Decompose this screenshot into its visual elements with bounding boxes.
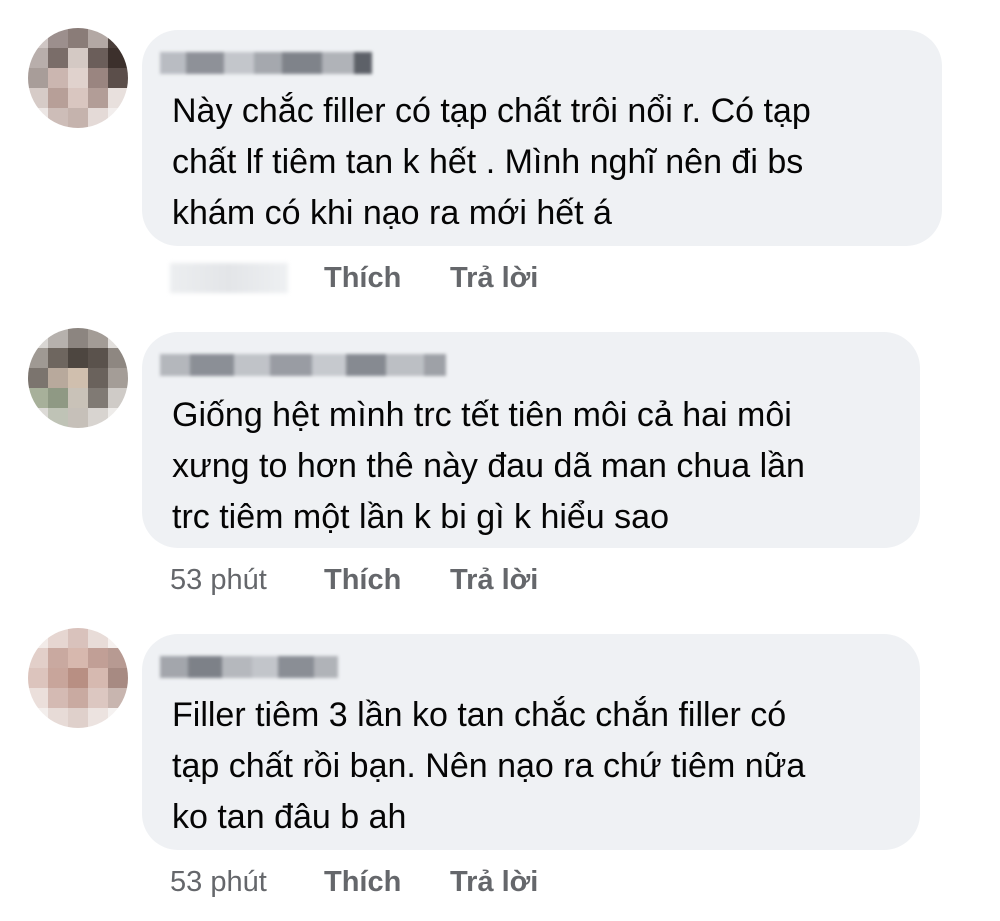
comment-bubble: Giống hệt mình trc tết tiên môi cả hai m… — [142, 332, 920, 548]
reply-button[interactable]: Trả lời — [450, 564, 538, 597]
comment-meta: 53 phút Thích Trả lời — [170, 560, 538, 600]
timestamp[interactable]: 53 phút — [170, 866, 324, 899]
like-button[interactable]: Thích — [324, 866, 450, 899]
like-button[interactable]: Thích — [324, 262, 450, 295]
avatar[interactable] — [28, 628, 128, 728]
author-name-redacted[interactable] — [160, 656, 338, 678]
comment-meta: Thích Trả lời — [170, 258, 538, 298]
timestamp-redacted — [170, 263, 288, 293]
avatar[interactable] — [28, 328, 128, 428]
comment-bubble: Filler tiêm 3 lần ko tan chắc chắn fille… — [142, 634, 920, 850]
comment-bubble: Này chắc filler có tạp chất trôi nổi r. … — [142, 30, 942, 246]
reply-button[interactable]: Trả lời — [450, 262, 538, 295]
author-name-redacted[interactable] — [160, 354, 446, 376]
reply-button[interactable]: Trả lời — [450, 866, 538, 899]
like-button[interactable]: Thích — [324, 564, 450, 597]
comment-meta: 53 phút Thích Trả lời — [170, 862, 538, 902]
comment-text: Giống hệt mình trc tết tiên môi cả hai m… — [172, 396, 805, 536]
comment-text: Này chắc filler có tạp chất trôi nổi r. … — [172, 92, 811, 232]
avatar[interactable] — [28, 28, 128, 128]
timestamp[interactable]: 53 phút — [170, 564, 324, 597]
comment-text: Filler tiêm 3 lần ko tan chắc chắn fille… — [172, 696, 806, 836]
author-name-redacted[interactable] — [160, 52, 372, 74]
